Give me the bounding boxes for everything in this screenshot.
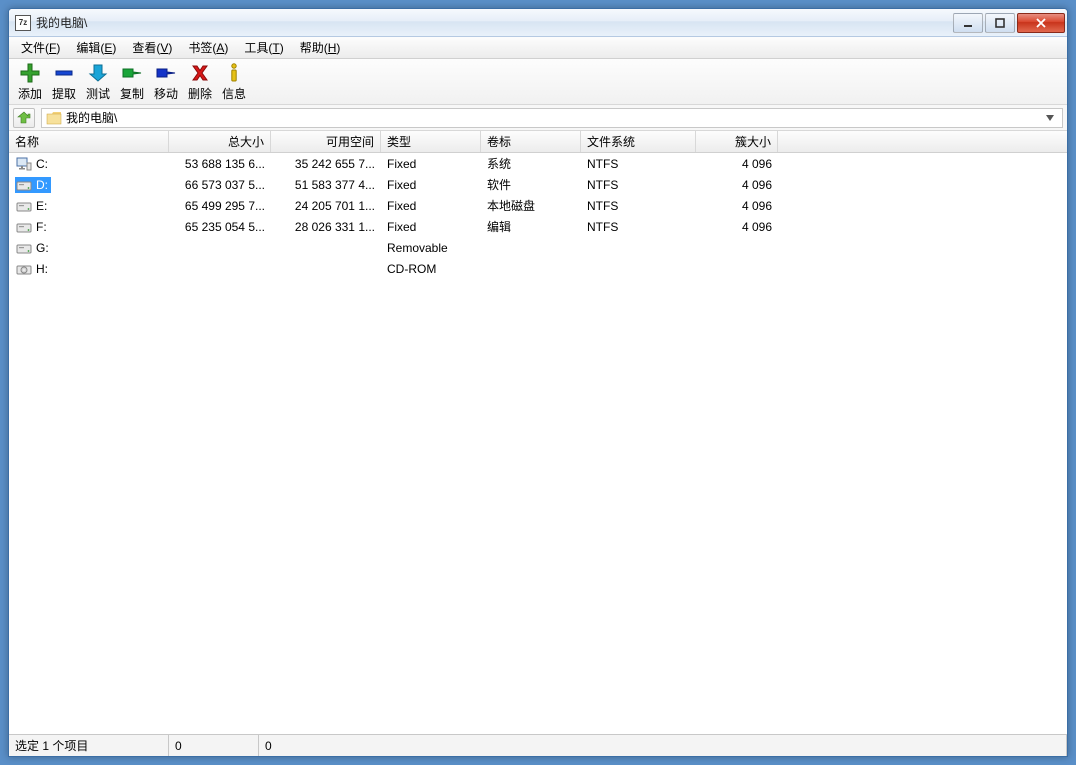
- cell-label: 软件: [481, 176, 581, 193]
- cell-free: 35 242 655 7...: [271, 157, 381, 171]
- addressbar: 我的电脑\: [9, 105, 1067, 131]
- up-button[interactable]: [13, 108, 35, 128]
- app-icon: 7z: [15, 15, 31, 31]
- column-header-label[interactable]: 卷标: [481, 131, 581, 152]
- drive-icon: [16, 199, 32, 213]
- path-input[interactable]: 我的电脑\: [41, 108, 1063, 128]
- cell-label: 编辑: [481, 218, 581, 235]
- cell-type: Fixed: [381, 220, 481, 234]
- cell-free: 51 583 377 4...: [271, 178, 381, 192]
- extract-icon: [53, 62, 75, 84]
- info-button[interactable]: 信息: [219, 62, 249, 102]
- column-header-free[interactable]: 可用空间: [271, 131, 381, 152]
- menu-a[interactable]: 书签(A): [180, 37, 236, 58]
- menu-v[interactable]: 查看(V): [124, 37, 180, 58]
- menu-f[interactable]: 文件(F): [13, 37, 68, 58]
- cell-label: 系统: [481, 155, 581, 172]
- test-icon: [87, 62, 109, 84]
- drive-icon: [16, 157, 32, 171]
- maximize-button[interactable]: [985, 13, 1015, 33]
- table-row[interactable]: E:65 499 295 7...24 205 701 1...Fixed本地磁…: [9, 195, 1067, 216]
- cell-label: 本地磁盘: [481, 197, 581, 214]
- cell-name: H:: [9, 261, 169, 277]
- cell-fs: NTFS: [581, 199, 696, 213]
- up-arrow-icon: [17, 111, 31, 125]
- move-button[interactable]: 移动: [151, 62, 181, 102]
- menu-e[interactable]: 编辑(E): [68, 37, 124, 58]
- menu-t[interactable]: 工具(T): [236, 37, 291, 58]
- cell-type: Fixed: [381, 178, 481, 192]
- column-header-name[interactable]: 名称: [9, 131, 169, 152]
- cell-type: Fixed: [381, 199, 481, 213]
- path-text: 我的电脑\: [66, 109, 117, 126]
- delete-icon: [189, 62, 211, 84]
- cell-free: 28 026 331 1...: [271, 220, 381, 234]
- chevron-down-icon[interactable]: [1042, 115, 1058, 121]
- cell-fs: NTFS: [581, 178, 696, 192]
- add-button[interactable]: 添加: [15, 62, 45, 102]
- delete-button[interactable]: 删除: [185, 62, 215, 102]
- column-header-cluster[interactable]: 簇大小: [696, 131, 778, 152]
- cell-name: D:: [9, 177, 169, 193]
- table-row[interactable]: F:65 235 054 5...28 026 331 1...Fixed编辑N…: [9, 216, 1067, 237]
- menubar: 文件(F)编辑(E)查看(V)书签(A)工具(T)帮助(H): [9, 37, 1067, 59]
- table-row[interactable]: H: CD-ROM: [9, 258, 1067, 279]
- table-row[interactable]: D:66 573 037 5...51 583 377 4...Fixed软件N…: [9, 174, 1067, 195]
- close-button[interactable]: [1017, 13, 1065, 33]
- add-icon: [19, 62, 41, 84]
- table-row[interactable]: G: Removable: [9, 237, 1067, 258]
- cell-cluster: 4 096: [696, 178, 778, 192]
- cell-name: F:: [9, 219, 169, 235]
- cell-size: 66 573 037 5...: [169, 178, 271, 192]
- cell-type: CD-ROM: [381, 262, 481, 276]
- drive-icon: [16, 241, 32, 255]
- folder-icon: [46, 111, 62, 125]
- cell-name: C:: [9, 156, 169, 172]
- copy-icon: [121, 62, 143, 84]
- drive-icon: [16, 220, 32, 234]
- app-window: 7z 我的电脑\ 文件(F)编辑(E)查看(V)书签(A)工具(T)帮助(H) …: [8, 8, 1068, 757]
- cell-name: E:: [9, 198, 169, 214]
- list-body[interactable]: C:53 688 135 6...35 242 655 7...Fixed系统N…: [9, 153, 1067, 734]
- status-panel-2: 0: [169, 735, 259, 756]
- cell-type: Fixed: [381, 157, 481, 171]
- status-panel-3: 0: [259, 735, 1067, 756]
- window-title: 我的电脑\: [36, 14, 951, 31]
- info-icon: [223, 62, 245, 84]
- copy-button[interactable]: 复制: [117, 62, 147, 102]
- cell-cluster: 4 096: [696, 220, 778, 234]
- drive-icon: [16, 178, 32, 192]
- cell-fs: NTFS: [581, 220, 696, 234]
- minimize-button[interactable]: [953, 13, 983, 33]
- cell-free: 24 205 701 1...: [271, 199, 381, 213]
- cell-cluster: 4 096: [696, 157, 778, 171]
- toolbar: 添加提取测试复制移动删除信息: [9, 59, 1067, 105]
- cell-type: Removable: [381, 241, 481, 255]
- extract-button[interactable]: 提取: [49, 62, 79, 102]
- test-button[interactable]: 测试: [83, 62, 113, 102]
- statusbar: 选定 1 个项目 0 0: [9, 734, 1067, 756]
- titlebar[interactable]: 7z 我的电脑\: [9, 9, 1067, 37]
- move-icon: [155, 62, 177, 84]
- cell-size: 65 499 295 7...: [169, 199, 271, 213]
- cell-size: 65 235 054 5...: [169, 220, 271, 234]
- column-header-type[interactable]: 类型: [381, 131, 481, 152]
- menu-h[interactable]: 帮助(H): [292, 37, 349, 58]
- drive-icon: [16, 262, 32, 276]
- cell-cluster: 4 096: [696, 199, 778, 213]
- status-selection: 选定 1 个项目: [9, 735, 169, 756]
- window-controls: [951, 13, 1065, 33]
- column-header-fs[interactable]: 文件系统: [581, 131, 696, 152]
- cell-fs: NTFS: [581, 157, 696, 171]
- cell-size: 53 688 135 6...: [169, 157, 271, 171]
- column-header-size[interactable]: 总大小: [169, 131, 271, 152]
- cell-name: G:: [9, 240, 169, 256]
- list-header: 名称总大小可用空间类型卷标文件系统簇大小: [9, 131, 1067, 153]
- table-row[interactable]: C:53 688 135 6...35 242 655 7...Fixed系统N…: [9, 153, 1067, 174]
